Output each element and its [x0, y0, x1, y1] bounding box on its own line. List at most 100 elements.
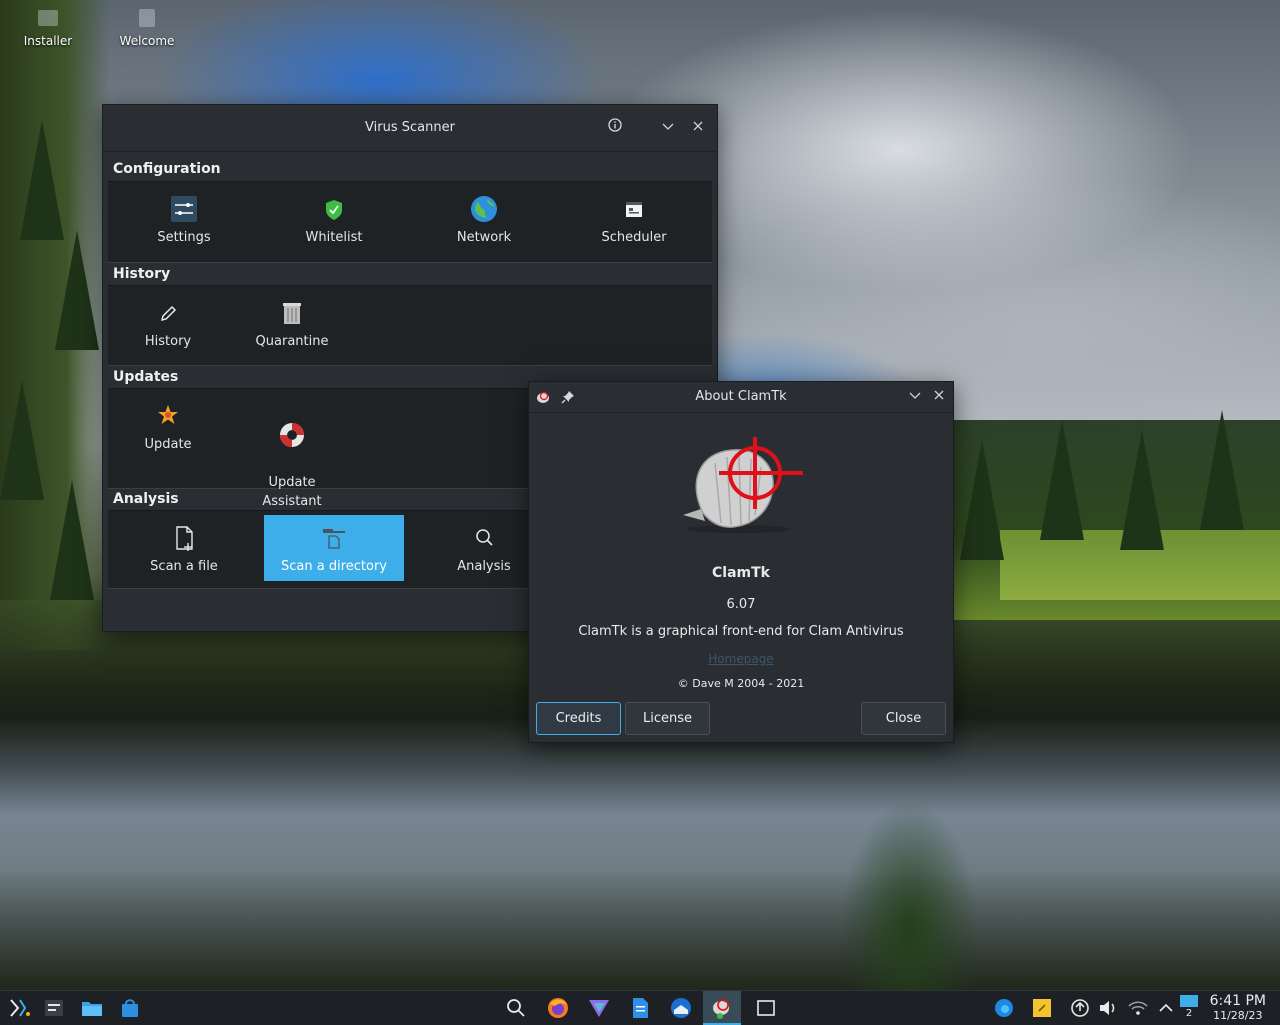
history-label: History [144, 334, 192, 349]
app-description: ClamTk is a graphical front-end for Clam… [578, 624, 904, 639]
digital-clock[interactable]: 6:41 PM 11/28/23 [1209, 993, 1266, 1023]
scan-file-label: Scan a file [150, 559, 218, 574]
update-button[interactable]: Update [108, 401, 228, 454]
pager-desktop-active[interactable] [1180, 995, 1198, 1007]
info-button[interactable] [605, 118, 625, 138]
clock-time: 6:41 PM [1209, 993, 1266, 1009]
whitelist-button[interactable]: Whitelist [264, 194, 404, 247]
info-icon [608, 118, 622, 132]
scheduler-button[interactable]: Scheduler [564, 194, 704, 247]
pager-desktop-number[interactable]: 2 [1180, 1007, 1198, 1020]
firefox-icon[interactable] [546, 996, 570, 1020]
close-button[interactable] [688, 118, 708, 138]
tree [960, 440, 1004, 560]
welcome-icon [139, 9, 155, 27]
quarantine-label: Quarantine [255, 334, 329, 349]
copyright-text: © Dave M 2004 - 2021 [677, 677, 805, 690]
proton-vpn-icon[interactable] [587, 996, 611, 1020]
document-editor-icon[interactable] [628, 996, 652, 1020]
section-label-configuration: Configuration [113, 161, 221, 177]
settings-icon [171, 196, 197, 222]
scheduler-label: Scheduler [601, 230, 667, 245]
credits-button[interactable]: Credits [536, 702, 621, 735]
scan-file-button[interactable]: Scan a file [114, 515, 254, 581]
desktop-icon-welcome[interactable]: Welcome [107, 6, 187, 48]
history-button[interactable]: History [108, 298, 228, 351]
thunderbird-icon[interactable] [669, 996, 693, 1020]
close-button[interactable] [929, 387, 949, 407]
license-button[interactable]: License [625, 702, 710, 735]
section-label-analysis: Analysis [113, 491, 179, 507]
section-label-updates: Updates [113, 369, 179, 385]
trash-bin-icon [283, 303, 301, 324]
update-assistant-button[interactable]: Update Assistant [230, 401, 354, 511]
search-icon[interactable] [504, 996, 528, 1020]
network-button[interactable]: Network [414, 194, 554, 247]
analysis-label: Analysis [457, 559, 511, 574]
whitelist-label: Whitelist [305, 230, 363, 245]
minimize-button[interactable] [905, 387, 925, 407]
volume-icon[interactable] [1096, 996, 1120, 1020]
notes-icon[interactable] [1030, 996, 1054, 1020]
desktop-icon-label: Welcome [119, 34, 175, 48]
system-settings-icon[interactable] [42, 996, 66, 1020]
network-label: Network [456, 230, 512, 245]
settings-button[interactable]: Settings [114, 194, 254, 247]
file-add-icon [176, 526, 193, 551]
update-star-icon [158, 405, 178, 424]
tree [1040, 420, 1084, 540]
chevron-up-icon[interactable] [1154, 996, 1178, 1020]
clock-date: 11/28/23 [1213, 1009, 1263, 1022]
globe-icon [471, 196, 497, 222]
software-store-icon[interactable] [118, 996, 142, 1020]
folder-scan-icon [323, 529, 345, 549]
history-panel: History Quarantine [108, 285, 712, 366]
close-icon [934, 390, 944, 400]
quarantine-button[interactable]: Quarantine [230, 298, 354, 351]
app-version: 6.07 [726, 597, 756, 612]
desktop-icon-installer[interactable]: Installer [8, 6, 88, 48]
wifi-icon[interactable] [1126, 996, 1150, 1020]
lifebuoy-icon [280, 423, 304, 447]
clamtk-app-icon [713, 999, 729, 1019]
pencil-icon [160, 305, 177, 322]
scan-directory-button[interactable]: Scan a directory [264, 515, 404, 581]
scan-directory-label: Scan a directory [281, 559, 387, 574]
update-notifier-icon[interactable] [1068, 996, 1092, 1020]
tree [20, 120, 64, 240]
configuration-panel: Settings Whitelist Network Scheduler [108, 181, 712, 263]
close-dialog-button[interactable]: Close [861, 702, 946, 735]
tree [50, 480, 94, 600]
shield-check-icon [326, 200, 342, 220]
shrub [840, 800, 980, 990]
section-label-history: History [113, 266, 171, 282]
taskbar: 2 6:41 PM 11/28/23 [0, 990, 1280, 1025]
update-label: Update [144, 437, 192, 452]
tree [55, 230, 99, 350]
chevron-down-icon [662, 123, 674, 130]
title-bar[interactable]: About ClamTk [529, 382, 953, 413]
app-name: ClamTk [712, 565, 770, 581]
about-dialog: About ClamTk ClamTk 6.07 ClamTk is a gra… [528, 381, 954, 743]
file-manager-icon[interactable] [80, 996, 104, 1020]
settings-label: Settings [157, 230, 211, 245]
clamtk-logo-icon [683, 437, 803, 533]
desktop-icon-label: Installer [23, 34, 73, 48]
title-bar[interactable]: Virus Scanner [103, 105, 717, 152]
search-icon [476, 529, 493, 546]
installer-icon [38, 10, 58, 26]
chevron-down-icon [909, 392, 921, 399]
homepage-link[interactable]: Homepage [529, 652, 953, 666]
virtual-desktop-pager[interactable]: 2 [1180, 995, 1198, 1021]
close-icon [693, 121, 703, 131]
tree [1120, 430, 1164, 550]
update-assistant-label: Update Assistant [262, 475, 322, 509]
about-content: ClamTk 6.07 ClamTk is a graphical front-… [529, 413, 953, 742]
edge-browser-icon[interactable] [992, 996, 1016, 1020]
scheduler-icon [626, 202, 642, 217]
application-launcher-icon[interactable] [8, 996, 32, 1020]
dialog-title: About ClamTk [695, 389, 787, 404]
minimize-button[interactable] [658, 118, 678, 138]
show-desktop-icon[interactable] [754, 996, 778, 1020]
taskbar-task-clamtk[interactable] [703, 991, 741, 1025]
